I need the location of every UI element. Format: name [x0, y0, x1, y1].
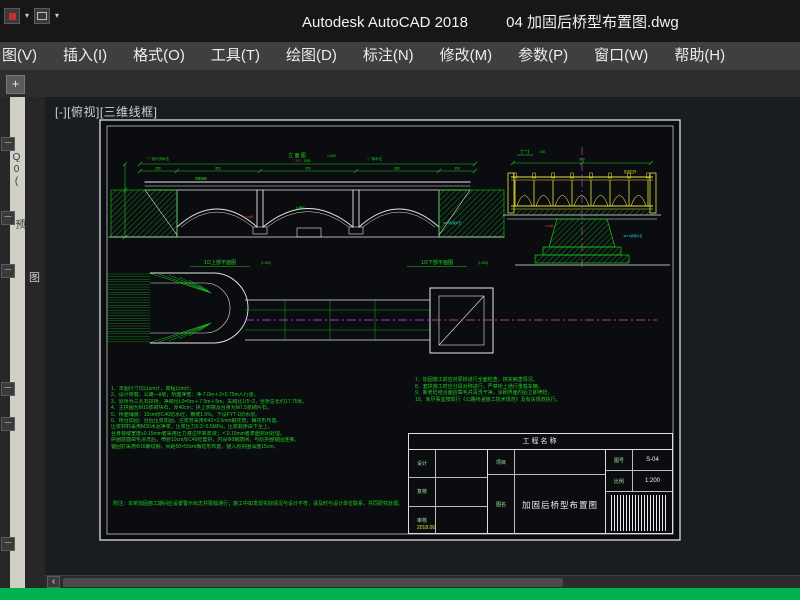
document-title: 04 加固后桥型布置图.dwg	[506, 14, 679, 31]
menu-view[interactable]: 图(V)	[0, 42, 50, 70]
water-level-right: ▽ 常水位	[367, 156, 382, 161]
autocad-window: ▾ ▾ Autodesk AutoCAD 2018 04 加固后桥型布置图.dw…	[0, 0, 800, 600]
project-label: 项目	[488, 450, 515, 474]
section-red-note: C25砼	[545, 223, 554, 228]
barcode	[611, 495, 667, 531]
titleblock-sign-column: 设计 复核 审核	[409, 450, 488, 534]
workspace-icon[interactable]	[34, 8, 51, 24]
palette-gap-label: 图	[29, 272, 40, 284]
dim-label: 850	[215, 167, 221, 171]
elevation-red-note2: C25砼	[245, 214, 254, 219]
panel-collapse-button[interactable]: —	[1, 264, 15, 278]
drawing-name: 加固后桥型布置图	[521, 499, 598, 510]
section-cyan-note: M7.5浆砌片石	[624, 233, 643, 238]
new-tab-button[interactable]: +	[6, 75, 25, 94]
scrollbar-thumb[interactable]	[63, 578, 563, 587]
water-level-left: ▽ 设计洪水位	[147, 156, 169, 161]
notes-left: 1、本图尺寸均以cm计，高程以m计。 2、设计荷载：公路—Ⅱ级；桥面净宽：净-7…	[111, 386, 407, 450]
menu-draw[interactable]: 绘图(D)	[273, 42, 350, 70]
horizontal-scrollbar: ‹	[45, 575, 800, 589]
quick-access-toolbar: ▾ ▾	[4, 8, 59, 24]
panel-collapse-button[interactable]: —	[1, 137, 15, 151]
section-scale: 1:50	[539, 150, 545, 154]
file-tab-bar: +	[0, 70, 800, 97]
elevation-scale: 1:200	[327, 154, 336, 158]
menu-bar: 图(V) 插入(I) 格式(O) 工具(T) 绘图(D) 标注(N) 修改(M)…	[0, 42, 800, 71]
deck-label: 桥面铺装	[195, 176, 207, 181]
plan-upper-scale: (1:200)	[261, 261, 271, 265]
panel-collapse-button[interactable]: —	[1, 211, 15, 225]
menu-format[interactable]: 格式(O)	[120, 42, 198, 70]
app-menu-icon[interactable]	[4, 8, 20, 24]
chevron-down-icon[interactable]: ▾	[55, 12, 59, 20]
titleblock-cell	[436, 450, 487, 477]
menu-parametric[interactable]: 参数(P)	[505, 42, 581, 70]
titleblock-cell	[515, 450, 605, 474]
section-title: (一)	[521, 149, 530, 155]
menu-tools[interactable]: 工具(T)	[198, 42, 273, 70]
window-title: Autodesk AutoCAD 2018 04 加固后桥型布置图.dwg	[302, 11, 679, 32]
left-palette-rail: Q0( 预 — — — — — — 图	[0, 97, 45, 588]
menu-window[interactable]: 窗口(W)	[581, 42, 661, 70]
palette-strip-label: Q0(	[11, 152, 22, 188]
chevron-down-icon[interactable]: ▾	[25, 12, 29, 20]
arch-label: 主拱圈	[295, 205, 304, 210]
titleblock-row-label: 设计	[409, 450, 436, 478]
titleblock-header: 工程名称	[409, 434, 672, 450]
dim-label: 850	[394, 167, 400, 171]
drawing-name-label: 图名	[488, 475, 515, 534]
titleblock-cell	[436, 507, 487, 534]
title-bar: ▾ ▾ Autodesk AutoCAD 2018 04 加固后桥型布置图.dw…	[0, 0, 800, 42]
drawing-no-label: 图号	[606, 450, 633, 470]
dim-total-label: 3350	[303, 159, 310, 163]
dim-label: 350	[454, 167, 460, 171]
titleblock-date: 2018.06	[417, 525, 436, 531]
titleblock-cell	[436, 478, 487, 505]
elevation-red-note: 7.250	[293, 159, 301, 163]
panel-collapse-button[interactable]: —	[1, 382, 15, 396]
dim-label: 350	[155, 167, 161, 171]
drawing-canvas[interactable]: 3350 350 850 950 850 350 立 面 图 1:200 7.2…	[45, 97, 800, 575]
menu-help[interactable]: 帮助(H)	[661, 42, 738, 70]
app-title: Autodesk AutoCAD 2018	[302, 14, 468, 31]
scroll-left-arrow[interactable]: ‹	[47, 576, 60, 588]
scale-value: 1:200	[644, 478, 660, 484]
titleblock-row-label: 复核	[409, 478, 436, 506]
note-line: 9、新老砼结合面应凿毛并清洗干净，涂刷界面剂后立即喷砼。	[415, 390, 553, 397]
note-line: 7、加固施工前应对原桥进行全面检查，核实病害情况。	[415, 377, 538, 383]
drawing-no: S-04	[646, 457, 659, 463]
taskbar[interactable]	[0, 588, 800, 600]
plan-lower-title: 1/2下部平面图	[421, 259, 453, 266]
dim-label: 950	[305, 167, 311, 171]
scale-label: 比例	[606, 471, 633, 491]
notes-right: 7、加固施工前应对原桥进行全面检查，核实病害情况。 8、套拱施工时应分段对称进行…	[415, 377, 647, 403]
plan-upper-title: 1/2上部平面图	[204, 259, 236, 266]
note-line: 锚固钉采用Φ16螺纹钢，间距50×50cm梅花形布置，锚入原拱圈深度15cm。	[111, 443, 279, 450]
menu-modify[interactable]: 修改(M)	[427, 42, 506, 70]
menu-insert[interactable]: 插入(I)	[50, 42, 120, 70]
titleblock-name-column: 项目 图名 加固后桥型布置图	[488, 450, 606, 534]
viewport-controls[interactable]: [-][俯视][三维线框]	[55, 103, 158, 120]
panel-collapse-button[interactable]: —	[1, 537, 15, 551]
plan-lower-scale: (1:200)	[478, 261, 488, 265]
titleblock-number-column: 图号 S-04 比例 1:200	[606, 450, 672, 534]
note-line: 10、未尽事宜按现行《公路桥涵施工技术规范》及有关规范执行。	[415, 396, 561, 403]
notes-bottom: 附注：本桥加固施工期间应设置警示标志并限载通行；施工中如发现实际情况与设计不符，…	[113, 501, 404, 507]
panel-collapse-button[interactable]: —	[1, 417, 15, 431]
menu-dimension[interactable]: 标注(N)	[350, 42, 427, 70]
title-block: 工程名称 设计 复核 审核 项目 图名 加固后桥型布置图 图号 S-04 比例 1:2…	[408, 433, 673, 534]
